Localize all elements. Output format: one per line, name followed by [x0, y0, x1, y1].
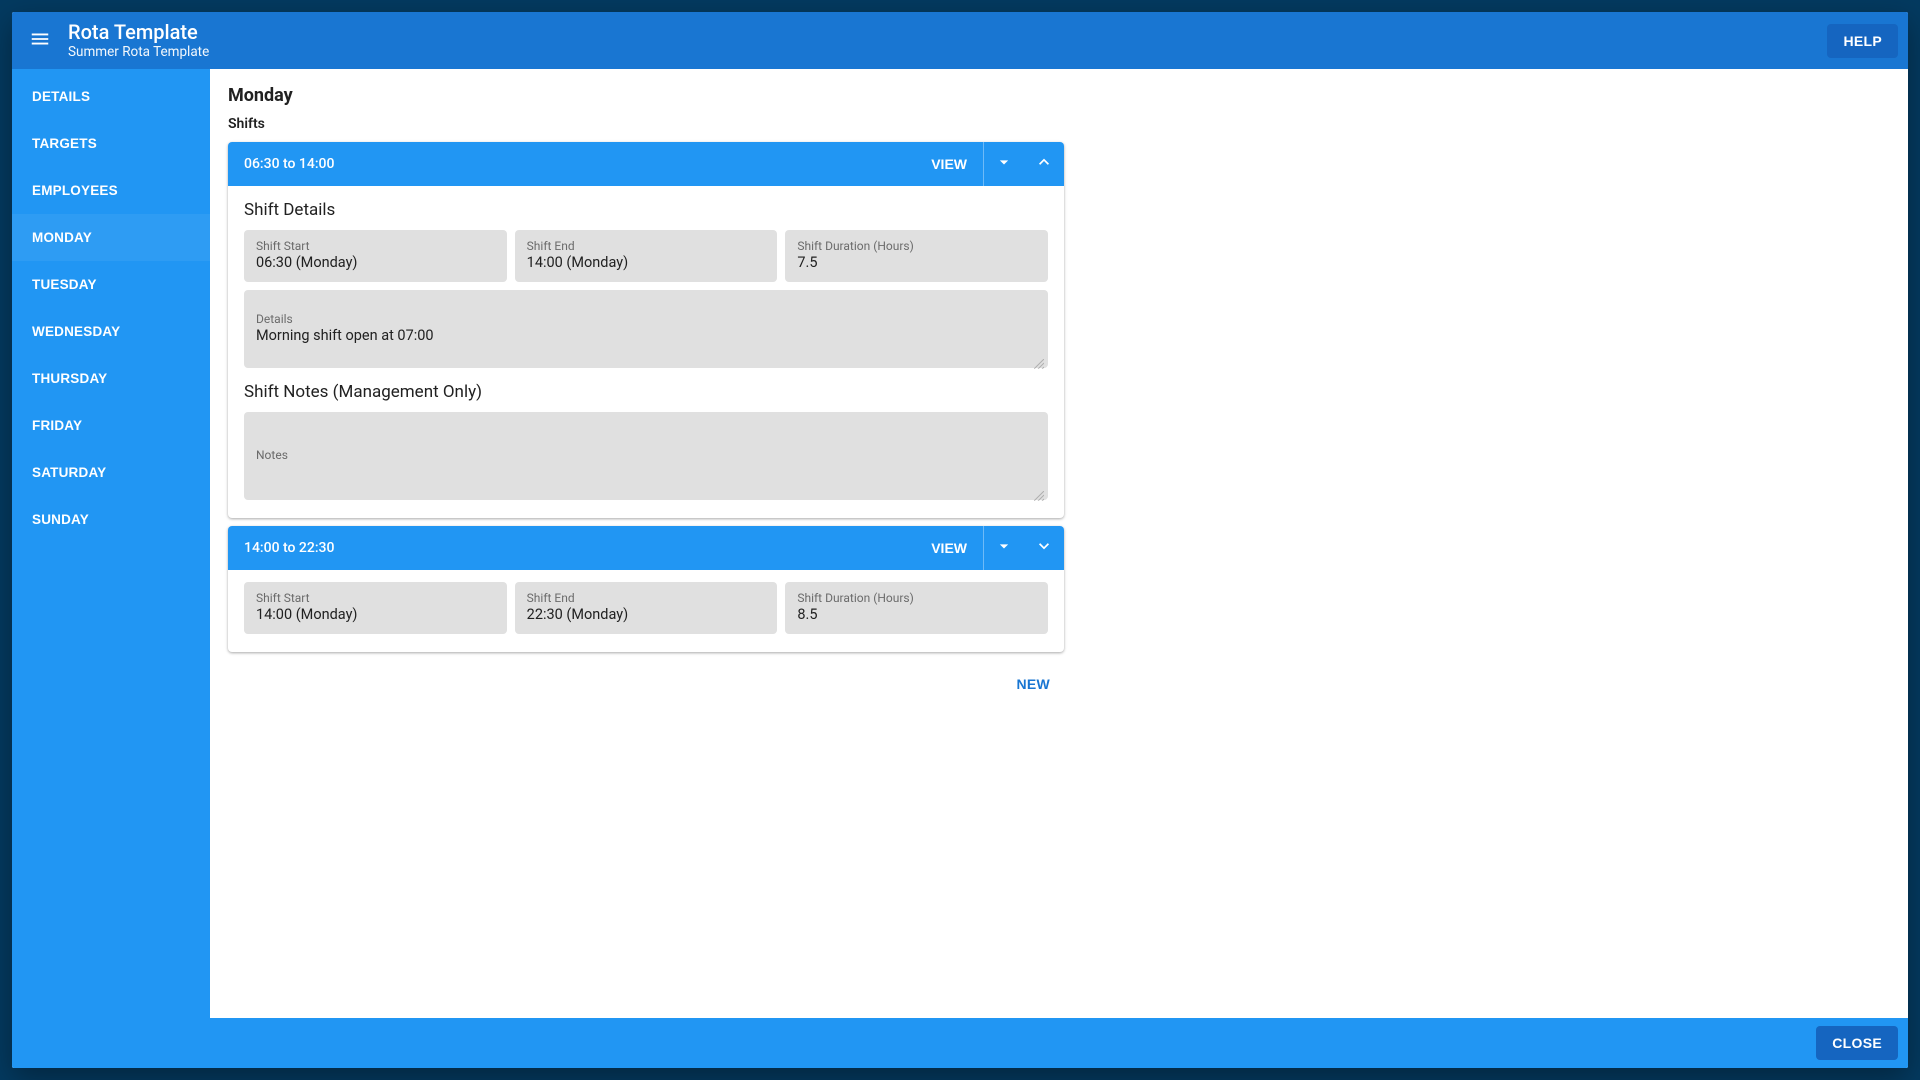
sidebar-item-details[interactable]: DETAILS: [12, 73, 210, 120]
field-value: 7.5: [797, 254, 1036, 271]
field-label: Shift End: [527, 591, 766, 605]
page-heading: Monday: [228, 85, 1890, 106]
shift-card-body: Shift Start 14:00 (Monday) Shift End 22:…: [228, 570, 1064, 652]
field-label: Shift Start: [256, 239, 495, 253]
field-label: Shift Start: [256, 591, 495, 605]
shift-details-title: Shift Details: [244, 200, 1048, 220]
sidebar-item-saturday[interactable]: SATURDAY: [12, 449, 210, 496]
shift-duration-field[interactable]: Shift Duration (Hours) 7.5: [785, 230, 1048, 282]
dialog-titlebar: Rota Template Summer Rota Template HELP: [12, 12, 1908, 69]
shift-time-range: 14:00 to 22:30: [244, 540, 334, 556]
shift-fields-row: Shift Start 06:30 (Monday) Shift End 14:…: [244, 230, 1048, 282]
shifts-label: Shifts: [228, 116, 1890, 132]
view-button[interactable]: VIEW: [915, 142, 983, 186]
sidebar-item-targets[interactable]: TARGETS: [12, 120, 210, 167]
sidebar-item-friday[interactable]: FRIDAY: [12, 402, 210, 449]
shift-card-header[interactable]: 14:00 to 22:30 VIEW: [228, 526, 1064, 570]
shift-time-range: 06:30 to 14:00: [244, 156, 334, 172]
shift-notes-title: Shift Notes (Management Only): [244, 382, 1048, 402]
sidebar-item-sunday[interactable]: SUNDAY: [12, 496, 210, 543]
chevron-up-icon: [1034, 152, 1054, 176]
shift-header-actions: VIEW: [915, 142, 1064, 186]
chevron-down-icon: [1034, 536, 1054, 560]
shift-end-field[interactable]: Shift End 14:00 (Monday): [515, 230, 778, 282]
field-value: 14:00 (Monday): [256, 606, 495, 623]
shift-card-body: Shift Details Shift Start 06:30 (Monday)…: [228, 186, 1064, 518]
sidebar-item-employees[interactable]: EMPLOYEES: [12, 167, 210, 214]
shift-card-header[interactable]: 06:30 to 14:00 VIEW: [228, 142, 1064, 186]
sidebar-item-tuesday[interactable]: TUESDAY: [12, 261, 210, 308]
shift-duration-field[interactable]: Shift Duration (Hours) 8.5: [785, 582, 1048, 634]
field-label: Notes: [256, 448, 1036, 462]
dialog-footer: CLOSE: [12, 1018, 1908, 1068]
caret-down-icon: [994, 152, 1014, 176]
hamburger-icon: [29, 28, 51, 54]
shift-header-actions: VIEW: [915, 526, 1064, 570]
main-content: Monday Shifts 06:30 to 14:00 VIEW: [210, 69, 1908, 1018]
field-value: 8.5: [797, 606, 1036, 623]
shift-start-field[interactable]: Shift Start 06:30 (Monday): [244, 230, 507, 282]
field-value: Morning shift open at 07:00: [256, 327, 1036, 344]
field-label: Details: [256, 312, 1036, 326]
sidebar: DETAILS TARGETS EMPLOYEES MONDAY TUESDAY…: [12, 69, 210, 1018]
shift-start-field[interactable]: Shift Start 14:00 (Monday): [244, 582, 507, 634]
sidebar-item-wednesday[interactable]: WEDNESDAY: [12, 308, 210, 355]
view-button[interactable]: VIEW: [915, 526, 983, 570]
caret-down-icon: [994, 536, 1014, 560]
dialog-body: DETAILS TARGETS EMPLOYEES MONDAY TUESDAY…: [12, 69, 1908, 1018]
dialog-subtitle: Summer Rota Template: [68, 45, 209, 61]
shift-menu-button[interactable]: [984, 526, 1024, 570]
field-label: Shift Duration (Hours): [797, 591, 1036, 605]
shift-end-field[interactable]: Shift End 22:30 (Monday): [515, 582, 778, 634]
menu-button[interactable]: [20, 21, 60, 61]
new-shift-row: NEW: [228, 670, 1064, 698]
shift-notes-textarea[interactable]: Notes: [244, 412, 1048, 500]
dialog-title: Rota Template: [68, 21, 209, 44]
resize-grip-icon: [1034, 354, 1044, 364]
collapse-button[interactable]: [1024, 142, 1064, 186]
close-button[interactable]: CLOSE: [1816, 1026, 1898, 1060]
field-label: Shift End: [527, 239, 766, 253]
field-value: 22:30 (Monday): [527, 606, 766, 623]
dialog-titles: Rota Template Summer Rota Template: [68, 21, 209, 61]
field-value: 06:30 (Monday): [256, 254, 495, 271]
help-button[interactable]: HELP: [1827, 24, 1898, 58]
shift-fields-row: Shift Start 14:00 (Monday) Shift End 22:…: [244, 582, 1048, 634]
field-label: Shift Duration (Hours): [797, 239, 1036, 253]
shifts-list: 06:30 to 14:00 VIEW: [228, 142, 1064, 652]
sidebar-item-monday[interactable]: MONDAY: [12, 214, 210, 261]
shift-card: 14:00 to 22:30 VIEW: [228, 526, 1064, 652]
new-shift-button[interactable]: NEW: [1002, 670, 1064, 698]
shift-menu-button[interactable]: [984, 142, 1024, 186]
sidebar-item-thursday[interactable]: THURSDAY: [12, 355, 210, 402]
resize-grip-icon: [1034, 486, 1044, 496]
shift-card: 06:30 to 14:00 VIEW: [228, 142, 1064, 518]
field-value: 14:00 (Monday): [527, 254, 766, 271]
expand-button[interactable]: [1024, 526, 1064, 570]
rota-template-dialog: Rota Template Summer Rota Template HELP …: [12, 12, 1908, 1068]
shift-details-textarea[interactable]: Details Morning shift open at 07:00: [244, 290, 1048, 368]
